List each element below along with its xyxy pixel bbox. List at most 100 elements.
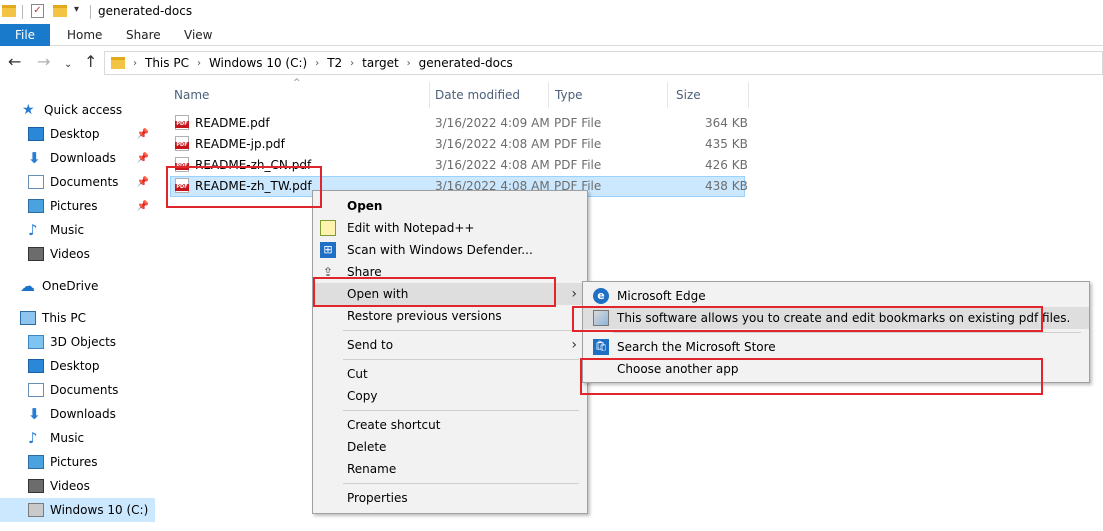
- sidebar-item-label: Desktop: [50, 359, 100, 373]
- navigation-pane: ★ Quick access Desktop 📌 ⬇ Downloads 📌 D…: [0, 96, 155, 531]
- column-divider[interactable]: [748, 82, 749, 108]
- chevron-right-icon[interactable]: ›: [133, 58, 137, 69]
- sidebar-item-desktop-pc[interactable]: Desktop: [0, 354, 155, 378]
- sidebar-item-downloads-pc[interactable]: ⬇ Downloads: [0, 402, 155, 426]
- menu-item-open[interactable]: Open: [313, 195, 587, 217]
- tab-home[interactable]: Home: [67, 24, 102, 46]
- downloads-icon: ⬇: [28, 149, 41, 167]
- 3d-objects-icon: [28, 335, 44, 349]
- sidebar-item-quick-access[interactable]: ★ Quick access: [0, 98, 155, 122]
- sidebar-item-documents-pc[interactable]: Documents: [0, 378, 155, 402]
- menu-item-delete[interactable]: Delete: [313, 436, 587, 458]
- menu-item-cut[interactable]: Cut: [313, 363, 587, 385]
- chevron-right-icon[interactable]: ›: [315, 58, 319, 69]
- sidebar-item-label: Videos: [50, 247, 90, 261]
- properties-icon[interactable]: ✓: [31, 4, 44, 18]
- column-divider[interactable]: [667, 82, 668, 108]
- microsoft-store-icon: 🛍: [593, 339, 609, 355]
- column-divider[interactable]: [548, 82, 549, 108]
- annotation-highlight-choose-app: [580, 358, 1043, 395]
- sidebar-item-music-pc[interactable]: ♪ Music: [0, 426, 155, 450]
- sidebar-item-label: Videos: [50, 479, 90, 493]
- sidebar-item-videos[interactable]: Videos: [0, 242, 155, 266]
- title-bar: ✓ ▾ generated-docs: [0, 0, 1103, 24]
- menu-item-label: Search the Microsoft Store: [617, 340, 776, 354]
- column-divider[interactable]: [429, 82, 430, 108]
- sidebar-item-3d-objects[interactable]: 3D Objects: [0, 330, 155, 354]
- column-header-type[interactable]: Type: [551, 82, 665, 108]
- menu-item-create-shortcut[interactable]: Create shortcut: [313, 414, 587, 436]
- menu-item-label: Send to: [347, 338, 394, 352]
- breadcrumb-this-pc[interactable]: This PC: [145, 56, 189, 70]
- menu-item-label: Scan with Windows Defender...: [347, 243, 533, 257]
- downloads-icon: ⬇: [28, 405, 41, 423]
- menu-item-copy[interactable]: Copy: [313, 385, 587, 407]
- quick-access-toolbar-dropdown-icon[interactable]: ▾: [74, 4, 79, 15]
- menu-item-label: Open: [347, 199, 383, 213]
- menu-item-label: Copy: [347, 389, 378, 403]
- back-icon[interactable]: ←: [8, 54, 21, 70]
- sidebar-item-this-pc[interactable]: This PC: [0, 306, 155, 330]
- tab-share[interactable]: Share: [126, 24, 161, 46]
- chevron-right-icon[interactable]: ›: [350, 58, 354, 69]
- sidebar-item-desktop[interactable]: Desktop 📌: [0, 122, 155, 146]
- sidebar-item-onedrive[interactable]: ☁ OneDrive: [0, 274, 155, 298]
- pictures-icon: [28, 455, 44, 469]
- this-pc-icon: [20, 311, 36, 325]
- divider: [90, 5, 91, 19]
- file-row[interactable]: PDF README-jp.pdf 3/16/2022 4:08 AM PDF …: [170, 134, 748, 155]
- menu-divider: [343, 483, 579, 484]
- menu-item-label: Properties: [347, 491, 408, 505]
- annotation-highlight-bookmark-app: [572, 306, 1043, 332]
- column-header-date-modified[interactable]: Date modified: [431, 82, 547, 108]
- documents-icon: [28, 383, 44, 397]
- sidebar-item-label: Music: [50, 223, 85, 237]
- new-folder-icon[interactable]: [53, 5, 67, 17]
- chevron-right-icon[interactable]: ›: [197, 58, 201, 69]
- file-row[interactable]: PDF README.pdf 3/16/2022 4:09 AM PDF Fil…: [170, 113, 748, 134]
- breadcrumb-t2[interactable]: T2: [327, 56, 342, 70]
- sidebar-item-music[interactable]: ♪ Music: [0, 218, 155, 242]
- tab-file[interactable]: File: [0, 24, 50, 46]
- forward-icon[interactable]: →: [37, 54, 50, 70]
- submenu-item-microsoft-store[interactable]: 🛍 Search the Microsoft Store: [583, 336, 1089, 358]
- recent-locations-icon[interactable]: ⌄: [64, 57, 72, 73]
- column-header-name[interactable]: Name: [170, 82, 428, 108]
- annotation-highlight-file: [166, 166, 322, 208]
- menu-item-scan-defender[interactable]: ⊞ Scan with Windows Defender...: [313, 239, 587, 261]
- music-icon: ♪: [28, 429, 38, 447]
- sidebar-item-label: Pictures: [50, 199, 98, 213]
- breadcrumb-drive[interactable]: Windows 10 (C:): [209, 56, 307, 70]
- star-icon: ★: [22, 102, 35, 118]
- sidebar-item-documents[interactable]: Documents 📌: [0, 170, 155, 194]
- sidebar-item-downloads[interactable]: ⬇ Downloads 📌: [0, 146, 155, 170]
- breadcrumb-target[interactable]: target: [362, 56, 399, 70]
- file-size: 438 KB: [705, 179, 748, 193]
- menu-divider: [343, 410, 579, 411]
- address-bar[interactable]: › This PC › Windows 10 (C:) › T2 › targe…: [104, 51, 1103, 75]
- sidebar-item-windows-drive[interactable]: Windows 10 (C:): [0, 498, 155, 522]
- column-header-size[interactable]: Size: [672, 82, 748, 108]
- context-menu: Open Edit with Notepad++ ⊞ Scan with Win…: [312, 190, 588, 514]
- menu-item-send-to[interactable]: Send to ›: [313, 334, 587, 356]
- pin-icon: 📌: [136, 176, 149, 188]
- tab-view[interactable]: View: [184, 24, 212, 46]
- file-type: PDF File: [554, 137, 602, 151]
- sidebar-item-pictures[interactable]: Pictures 📌: [0, 194, 155, 218]
- sidebar-item-videos-pc[interactable]: Videos: [0, 474, 155, 498]
- breadcrumb-generated-docs[interactable]: generated-docs: [419, 56, 513, 70]
- file-size: 435 KB: [705, 137, 748, 151]
- chevron-right-icon[interactable]: ›: [407, 58, 411, 69]
- submenu-item-microsoft-edge[interactable]: e Microsoft Edge: [583, 285, 1089, 307]
- menu-item-rename[interactable]: Rename: [313, 458, 587, 480]
- up-icon[interactable]: ↑: [84, 54, 97, 70]
- file-date: 3/16/2022 4:09 AM: [435, 116, 550, 130]
- folder-icon: [111, 57, 125, 69]
- file-size: 364 KB: [705, 116, 748, 130]
- sidebar-item-pictures-pc[interactable]: Pictures: [0, 450, 155, 474]
- menu-item-restore-versions[interactable]: Restore previous versions: [313, 305, 587, 327]
- menu-item-properties[interactable]: Properties: [313, 487, 587, 509]
- file-name: README.pdf: [195, 116, 270, 130]
- menu-item-edit-notepad[interactable]: Edit with Notepad++: [313, 217, 587, 239]
- sidebar-item-label: Documents: [50, 175, 119, 189]
